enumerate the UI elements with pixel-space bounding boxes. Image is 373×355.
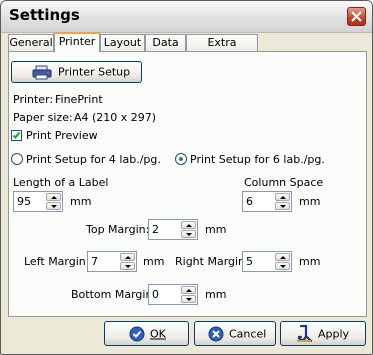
tab-printer[interactable]: Printer [54,32,100,52]
spin-up-button[interactable] [275,193,290,201]
printer-label: Printer: [13,93,54,106]
column-space-label: Column Space [244,176,324,189]
spin-up-button[interactable] [46,193,61,201]
spin-down-button[interactable] [120,262,135,270]
spin-down-button[interactable] [181,295,196,303]
radio-6-label: Print Setup for 6 lab./pg. [190,153,325,166]
printer-name: FinePrint [55,93,103,106]
printer-setup-button[interactable]: Printer Setup [11,61,142,83]
left-margin-unit: mm [143,255,165,268]
settings-window: Settings General Printer Layout Data Ext… [0,0,373,355]
radio-6-per-page[interactable] [175,153,187,165]
check-circle-icon [129,326,145,342]
spin-down-button[interactable] [275,262,290,270]
left-margin-value: 7 [91,255,98,268]
top-margin-value: 2 [152,223,159,236]
right-margin-unit: mm [299,255,321,268]
cancel-label: Cancel [229,327,267,340]
length-unit: mm [70,195,92,208]
bottom-margin-label: Bottom Margin: [71,288,157,301]
spin-down-button[interactable] [46,202,61,210]
tab-data[interactable]: Data [145,34,186,51]
column-space-value: 6 [246,195,253,208]
left-margin-spinner[interactable]: 7 [87,251,137,272]
cancel-button[interactable]: Cancel [194,321,276,346]
close-button[interactable] [347,7,366,26]
paper-size-label: Paper size: [13,111,73,124]
printer-icon [32,65,52,80]
paper-size-value: A4 (210 x 297) [74,111,157,124]
spin-up-button[interactable] [181,286,196,294]
length-label: Length of a Label [13,176,109,189]
bottom-margin-value: 0 [152,288,159,301]
printer-tab-panel: Printer Setup Printer: FinePrint Paper s… [8,51,367,317]
ok-button[interactable]: OK [104,321,189,346]
right-margin-label: Right Margin: [175,255,249,268]
right-margin-spinner[interactable]: 5 [242,251,292,272]
tab-extra-options[interactable]: Extra options [186,34,258,65]
tab-general[interactable]: General [8,34,54,51]
tab-layout[interactable]: Layout [100,34,145,51]
spin-down-button[interactable] [181,230,196,238]
close-icon [351,11,362,22]
ok-label: OK [150,327,166,340]
window-title: Settings [9,6,80,24]
radio-4-label: Print Setup for 4 lab./pg. [26,153,161,166]
top-margin-unit: mm [205,223,227,236]
length-spinner[interactable]: 95 [13,191,63,212]
spin-down-button[interactable] [275,202,290,210]
right-margin-value: 5 [246,255,253,268]
top-margin-label: Top Margin: [86,223,150,236]
spin-up-button[interactable] [275,253,290,261]
cancel-circle-icon [208,326,224,342]
length-value: 95 [17,195,31,208]
printer-setup-label: Printer Setup [58,65,131,79]
left-margin-label: Left Margin: [24,255,90,268]
bottom-margin-spinner[interactable]: 0 [148,284,198,305]
bottom-margin-unit: mm [205,288,227,301]
column-space-spinner[interactable]: 6 [242,191,292,212]
checkmark-icon [12,131,21,139]
radio-4-per-page[interactable] [11,153,23,165]
print-preview-checkbox[interactable] [11,130,22,141]
spin-up-button[interactable] [120,253,135,261]
apply-icon [297,325,312,342]
print-preview-label: Print Preview [26,129,98,142]
top-margin-spinner[interactable]: 2 [148,219,198,240]
spin-up-button[interactable] [181,221,196,229]
apply-button[interactable]: Apply [280,321,366,346]
title-bar: Settings [1,1,372,33]
apply-label: Apply [318,327,350,340]
column-space-unit: mm [299,195,321,208]
